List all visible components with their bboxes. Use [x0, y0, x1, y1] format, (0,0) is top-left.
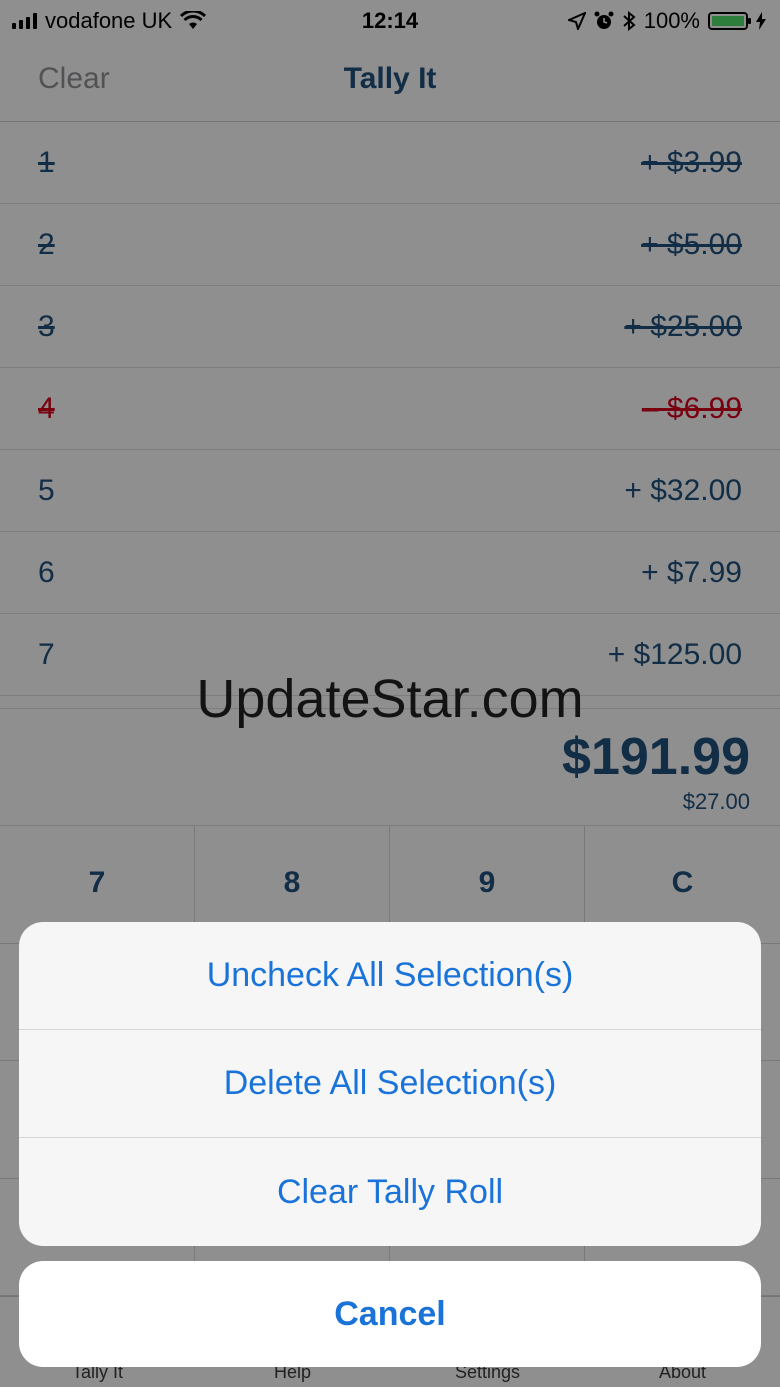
clear-tally-roll-button[interactable]: Clear Tally Roll	[19, 1138, 761, 1246]
delete-all-button[interactable]: Delete All Selection(s)	[19, 1030, 761, 1138]
uncheck-all-button[interactable]: Uncheck All Selection(s)	[19, 922, 761, 1030]
action-sheet: Uncheck All Selection(s) Delete All Sele…	[19, 922, 761, 1246]
cancel-button[interactable]: Cancel	[19, 1261, 761, 1367]
